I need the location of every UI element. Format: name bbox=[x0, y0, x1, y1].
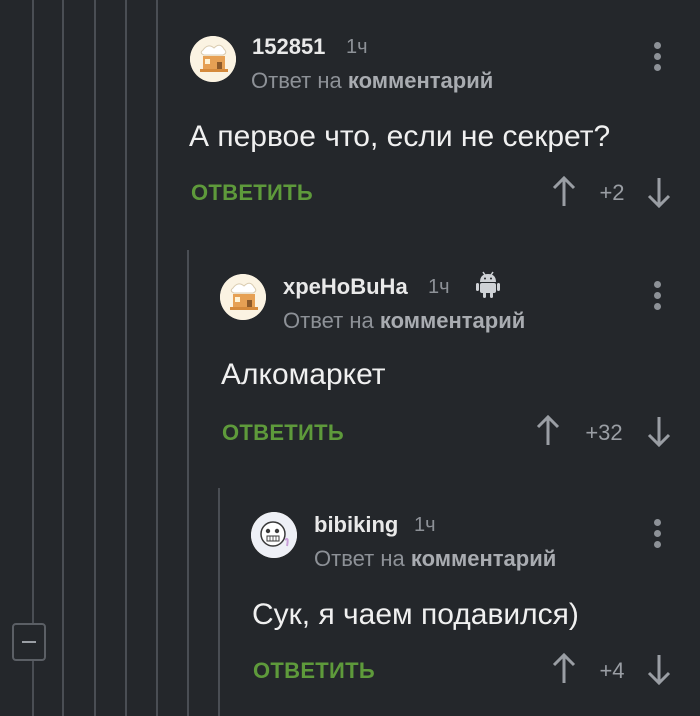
comment-text: Алкомаркет bbox=[221, 358, 386, 391]
comment-text: А первое что, если не секрет? bbox=[189, 120, 611, 153]
downvote-arrow-icon[interactable] bbox=[646, 176, 672, 209]
comment-time: 1ч bbox=[414, 514, 436, 536]
reply-to-link[interactable]: Ответ на комментарий bbox=[314, 546, 556, 572]
more-options-icon[interactable] bbox=[652, 42, 662, 72]
reply-to-prefix: Ответ на bbox=[314, 546, 405, 571]
upvote-arrow-icon[interactable] bbox=[535, 414, 561, 447]
reply-to-link[interactable]: Ответ на комментарий bbox=[283, 308, 525, 334]
comment-score: +2 bbox=[599, 180, 625, 205]
android-icon bbox=[476, 270, 500, 298]
comment-score: +32 bbox=[585, 420, 623, 445]
downvote-arrow-icon[interactable] bbox=[646, 653, 672, 686]
comment-time: 1ч bbox=[428, 276, 450, 298]
comment-score: +4 bbox=[599, 658, 625, 683]
upvote-arrow-icon[interactable] bbox=[551, 652, 577, 685]
comment-author[interactable]: 152851 bbox=[252, 34, 325, 60]
thread-line bbox=[218, 488, 220, 716]
reply-to-target[interactable]: комментарий bbox=[411, 546, 556, 571]
upvote-arrow-icon[interactable] bbox=[551, 175, 577, 208]
character-avatar-icon[interactable] bbox=[251, 512, 297, 558]
comment-text: Сук, я чаем подавился) bbox=[252, 598, 579, 631]
house-avatar-icon[interactable] bbox=[190, 36, 236, 82]
more-options-icon[interactable] bbox=[652, 519, 662, 549]
comment-author[interactable]: bibiking bbox=[314, 512, 398, 538]
comment-author[interactable]: xpeHoBuHa bbox=[283, 274, 408, 300]
thread-line bbox=[187, 250, 189, 480]
reply-to-prefix: Ответ на bbox=[283, 308, 374, 333]
downvote-arrow-icon[interactable] bbox=[646, 415, 672, 448]
reply-button[interactable]: ОТВЕТИТЬ bbox=[222, 420, 344, 446]
comment-time: 1ч bbox=[346, 36, 368, 58]
house-avatar-icon[interactable] bbox=[220, 274, 266, 320]
reply-button[interactable]: ОТВЕТИТЬ bbox=[253, 658, 375, 684]
comment: bibiking 1ч Ответ на комментарий Сук, я … bbox=[0, 480, 700, 716]
comment: xpeHoBuHa 1ч Ответ на комментарий Алкома… bbox=[0, 250, 700, 480]
reply-to-link[interactable]: Ответ на комментарий bbox=[251, 68, 493, 94]
reply-to-target[interactable]: комментарий bbox=[348, 68, 493, 93]
comment: 152851 1ч Ответ на комментарий А первое … bbox=[0, 0, 700, 240]
reply-to-target[interactable]: комментарий bbox=[380, 308, 525, 333]
reply-to-prefix: Ответ на bbox=[251, 68, 342, 93]
thread-line bbox=[187, 480, 189, 716]
more-options-icon[interactable] bbox=[652, 281, 662, 311]
reply-button[interactable]: ОТВЕТИТЬ bbox=[191, 180, 313, 206]
